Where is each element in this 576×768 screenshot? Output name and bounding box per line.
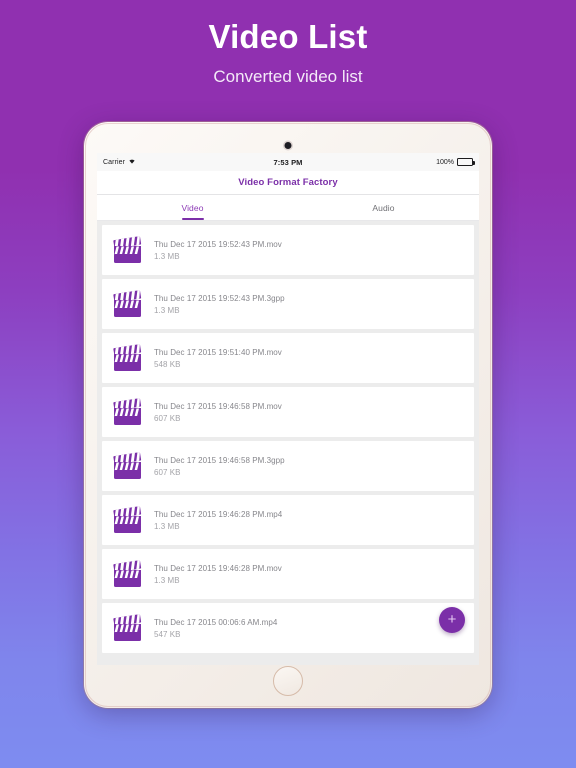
list-item-size: 548 KB	[154, 359, 181, 369]
status-bar-clock: 7:53 PM	[273, 157, 303, 167]
video-list[interactable]: Thu Dec 17 2015 19:52:43 PM.mov 1.3 MB T…	[97, 221, 479, 665]
camera-dot-icon	[284, 142, 292, 149]
list-item-size: 607 KB	[154, 413, 181, 423]
clapperboard-icon	[110, 612, 146, 644]
list-item-text: Thu Dec 17 2015 19:51:40 PM.mov 548 KB	[154, 348, 282, 369]
status-bar-right: 100%	[436, 158, 475, 166]
clapperboard-icon	[110, 450, 146, 482]
list-item-size: 547 KB	[154, 629, 181, 639]
tab-audio-label: Audio	[372, 202, 395, 213]
app-nav-bar: Video Format Factory	[97, 171, 479, 195]
clapperboard-icon	[110, 558, 146, 590]
page-subtitle: Converted video list	[213, 67, 363, 86]
list-item-name: Thu Dec 17 2015 19:52:43 PM.3gpp	[154, 293, 285, 303]
list-item-name: Thu Dec 17 2015 19:46:28 PM.mov	[154, 563, 282, 573]
tab-video-label: Video	[181, 202, 204, 213]
tab-audio[interactable]: Audio	[288, 195, 479, 220]
list-item-text: Thu Dec 17 2015 19:52:43 PM.3gpp 1.3 MB	[154, 294, 285, 315]
list-item[interactable]: Thu Dec 17 2015 19:52:43 PM.mov 1.3 MB	[102, 225, 474, 275]
list-item-name: Thu Dec 17 2015 19:52:43 PM.mov	[154, 239, 282, 249]
battery-percent-label: 100%	[436, 158, 454, 166]
list-item-text: Thu Dec 17 2015 19:52:43 PM.mov 1.3 MB	[154, 240, 282, 261]
list-item-size: 1.3 MB	[154, 575, 180, 585]
list-item-text: Thu Dec 17 2015 19:46:28 PM.mov 1.3 MB	[154, 564, 282, 585]
list-item-name: Thu Dec 17 2015 19:46:28 PM.mp4	[154, 509, 283, 519]
list-item-name: Thu Dec 17 2015 19:46:58 PM.3gpp	[154, 455, 285, 465]
list-item-size: 1.3 MB	[154, 251, 180, 261]
list-item-text: Thu Dec 17 2015 19:46:58 PM.mov 607 KB	[154, 402, 282, 423]
page-title: Video List	[208, 18, 368, 55]
clapperboard-icon	[110, 234, 146, 266]
promo-header: Video List Converted video list	[0, 0, 576, 89]
list-item-name: Thu Dec 17 2015 00:06:6 AM.mp4	[154, 617, 278, 627]
add-video-button[interactable]: +	[439, 607, 465, 633]
list-item-text: Thu Dec 17 2015 00:06:6 AM.mp4 547 KB	[154, 618, 277, 639]
clapperboard-icon	[110, 342, 146, 374]
list-item-size: 1.3 MB	[154, 305, 180, 315]
tablet-device-frame: Carrier 7:53 PM 100% Video Format Factor…	[84, 122, 492, 708]
device-screen: Carrier 7:53 PM 100% Video Format Factor…	[97, 153, 479, 665]
clapperboard-icon	[110, 396, 146, 428]
list-item[interactable]: Thu Dec 17 2015 19:51:40 PM.mov 548 KB	[102, 333, 474, 383]
list-item[interactable]: Thu Dec 17 2015 19:46:58 PM.3gpp 607 KB	[102, 441, 474, 491]
list-item[interactable]: Thu Dec 17 2015 19:46:58 PM.mov 607 KB	[102, 387, 474, 437]
status-bar: Carrier 7:53 PM 100%	[97, 153, 479, 171]
list-item-name: Thu Dec 17 2015 19:46:58 PM.mov	[154, 401, 282, 411]
battery-full-icon	[457, 158, 475, 166]
list-item-size: 1.3 MB	[154, 521, 180, 531]
list-item[interactable]: Thu Dec 17 2015 00:06:6 AM.mp4 547 KB	[102, 603, 474, 653]
clapperboard-icon	[110, 504, 146, 536]
tab-bar: Video Audio	[97, 195, 479, 221]
list-item[interactable]: Thu Dec 17 2015 19:52:43 PM.3gpp 1.3 MB	[102, 279, 474, 329]
list-item[interactable]: Thu Dec 17 2015 19:46:28 PM.mov 1.3 MB	[102, 549, 474, 599]
plus-icon: +	[447, 611, 457, 628]
app-title: Video Format Factory	[238, 177, 338, 188]
tab-video[interactable]: Video	[97, 195, 288, 220]
list-item-name: Thu Dec 17 2015 19:51:40 PM.mov	[154, 347, 282, 357]
list-item-text: Thu Dec 17 2015 19:46:58 PM.3gpp 607 KB	[154, 456, 285, 477]
list-item-text: Thu Dec 17 2015 19:46:28 PM.mp4 1.3 MB	[154, 510, 282, 531]
home-button[interactable]	[273, 666, 303, 696]
list-item[interactable]: Thu Dec 17 2015 19:46:28 PM.mp4 1.3 MB	[102, 495, 474, 545]
clapperboard-icon	[110, 288, 146, 320]
list-item-size: 607 KB	[154, 467, 181, 477]
